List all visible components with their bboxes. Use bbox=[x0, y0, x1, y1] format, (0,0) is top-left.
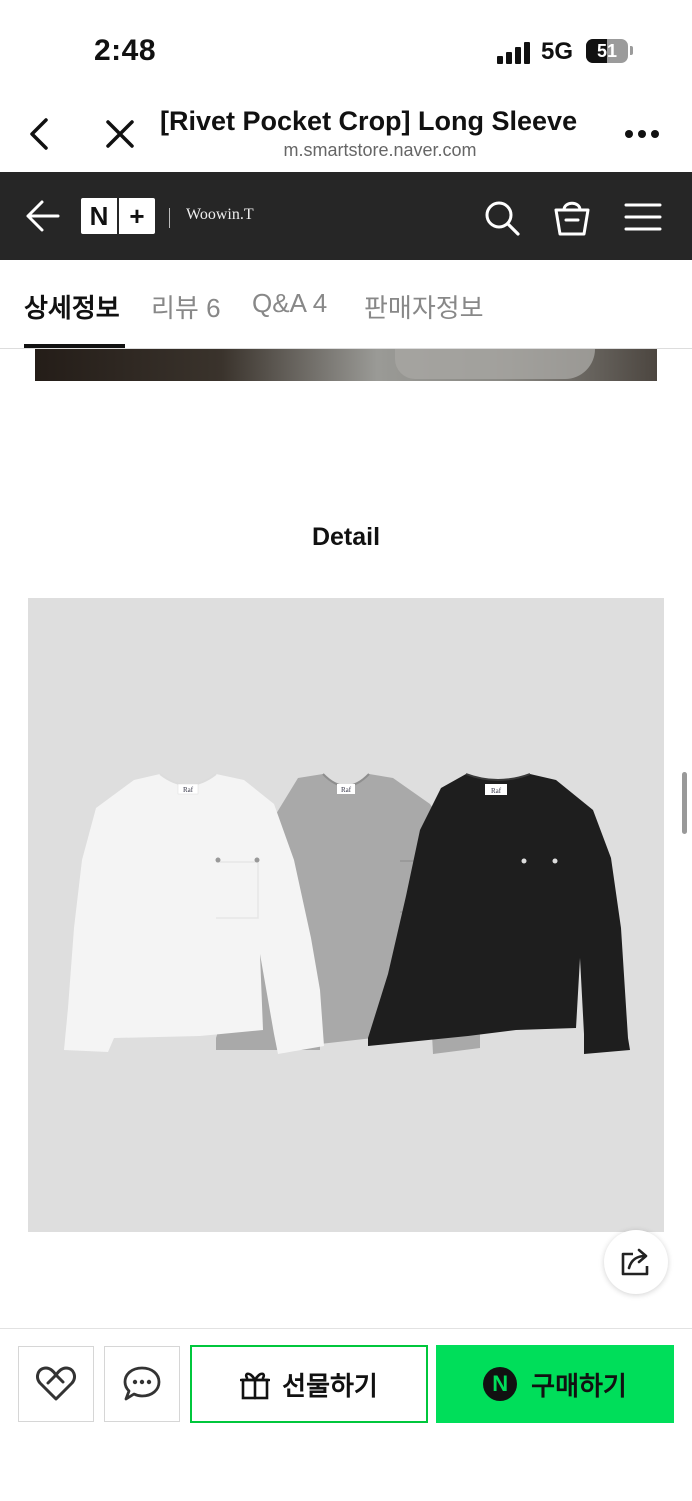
share-icon bbox=[621, 1248, 649, 1276]
status-bar: 2:48 5G 51 bbox=[0, 0, 692, 100]
logo-plus: + bbox=[119, 198, 155, 234]
hamburger-menu-icon[interactable] bbox=[624, 202, 662, 232]
logo-n: N bbox=[81, 198, 117, 234]
gift-button[interactable]: 선물하기 bbox=[190, 1345, 428, 1423]
battery-tip bbox=[630, 46, 633, 55]
buy-label: 구매하기 bbox=[531, 1370, 627, 1401]
talk-button[interactable] bbox=[104, 1346, 180, 1422]
svg-text:Raf: Raf bbox=[341, 786, 352, 794]
detail-heading: Detail bbox=[311, 523, 381, 551]
store-nav: N + Woowin.T bbox=[0, 172, 692, 260]
tab-reviews[interactable]: 리뷰 6 bbox=[151, 288, 221, 325]
store-name[interactable]: Woowin.T bbox=[186, 206, 254, 224]
active-tab-indicator bbox=[24, 344, 125, 348]
product-tabs: 상세정보 리뷰 6 Q&A 4 판매자정보 bbox=[0, 260, 692, 349]
browser-header: [Rivet Pocket Crop] Long Sleeve m.smarts… bbox=[0, 100, 692, 172]
battery-percent: 51 bbox=[596, 41, 618, 61]
like-button[interactable] bbox=[18, 1346, 94, 1422]
shopping-bag-icon[interactable] bbox=[552, 196, 592, 238]
page-title: [Rivet Pocket Crop] Long Sleeve bbox=[160, 106, 578, 136]
status-time: 2:48 bbox=[94, 34, 157, 67]
browser-close-icon[interactable] bbox=[100, 114, 140, 154]
page-url[interactable]: m.smartstore.naver.com bbox=[160, 140, 600, 161]
tab-seller-info[interactable]: 판매자정보 bbox=[364, 288, 484, 325]
divider bbox=[169, 208, 170, 228]
previous-product-image bbox=[35, 349, 657, 381]
browser-back-icon[interactable] bbox=[22, 114, 58, 154]
svg-text:Raf: Raf bbox=[183, 786, 194, 794]
svg-text:Raf: Raf bbox=[491, 787, 502, 795]
naver-plus-logo[interactable]: N + bbox=[81, 198, 155, 234]
tab-qna[interactable]: Q&A 4 bbox=[252, 288, 327, 319]
tab-detail[interactable]: 상세정보 bbox=[24, 288, 120, 325]
share-button[interactable] bbox=[604, 1230, 668, 1294]
naver-pay-icon: N bbox=[483, 1367, 518, 1401]
signal-icon bbox=[497, 42, 533, 64]
gift-label: 선물하기 bbox=[282, 1370, 378, 1401]
network-type: 5G bbox=[541, 38, 574, 65]
bottom-action-bar: 선물하기 N 구매하기 bbox=[0, 1328, 692, 1501]
back-arrow-icon[interactable] bbox=[24, 198, 62, 234]
chat-bubble-icon bbox=[123, 1366, 161, 1401]
product-detail-image: Raf Raf Raf bbox=[28, 598, 664, 1232]
gift-icon bbox=[240, 1372, 271, 1400]
more-icon[interactable] bbox=[620, 122, 670, 146]
buy-button[interactable]: N 구매하기 bbox=[436, 1345, 674, 1423]
battery-icon: 51 bbox=[586, 39, 628, 63]
heart-icon bbox=[36, 1366, 76, 1401]
page-scrollbar[interactable] bbox=[682, 772, 687, 834]
search-icon[interactable] bbox=[482, 198, 522, 238]
